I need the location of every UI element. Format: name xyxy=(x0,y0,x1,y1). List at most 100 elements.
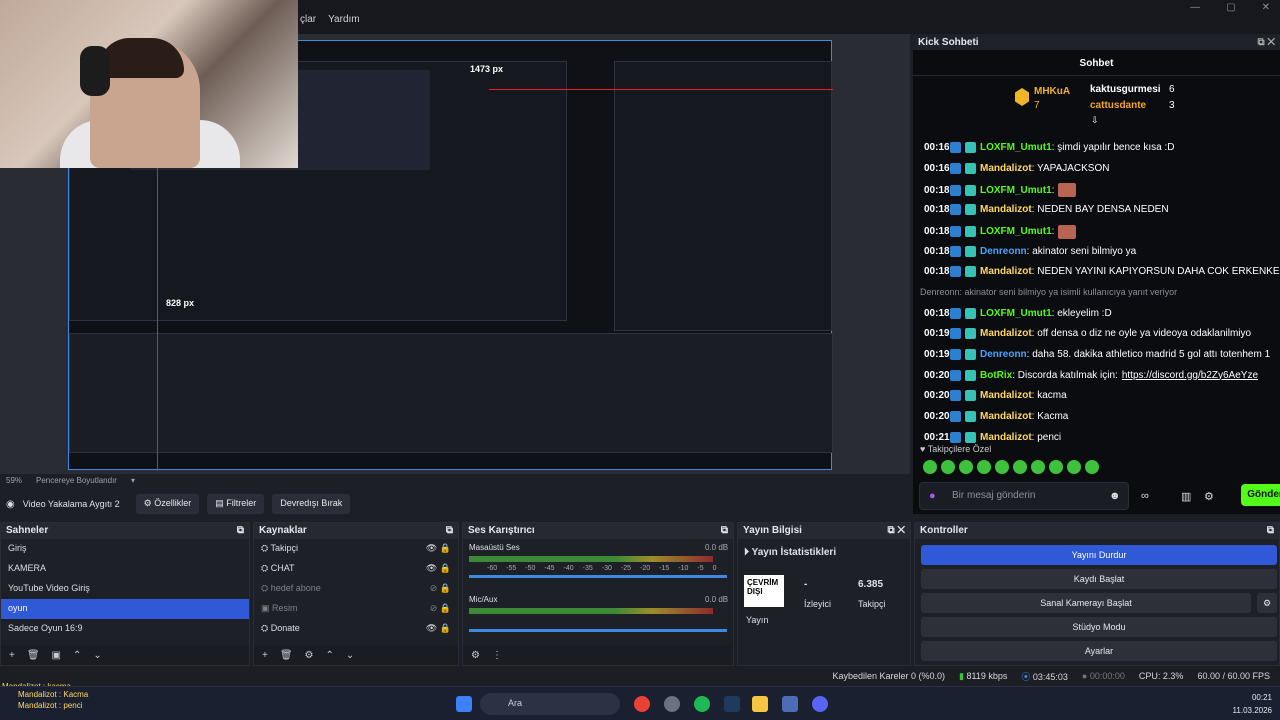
maximize-icon[interactable]: ▢ xyxy=(1226,2,1235,13)
source-item-hidden[interactable]: ▣ Resim ⊘ 🔒 xyxy=(254,599,458,619)
subscriber-badge-icon xyxy=(965,369,976,381)
message-username[interactable]: Denreonn xyxy=(980,349,1027,360)
menu-item-help[interactable]: Yardım xyxy=(328,14,360,25)
start-icon[interactable] xyxy=(456,696,472,712)
message-text: : xyxy=(1051,184,1055,196)
down-icon[interactable]: ⌄ xyxy=(346,650,354,661)
subscriber-badge-icon xyxy=(965,245,976,257)
scene-item[interactable]: Giriş xyxy=(1,539,249,559)
message-username[interactable]: LOXFM_Umut1 xyxy=(980,142,1052,153)
message-username[interactable]: LOXFM_Umut1 xyxy=(980,226,1052,237)
down-icon[interactable]: ⌄ xyxy=(93,650,101,661)
emote-icon[interactable] xyxy=(995,460,1009,474)
folder-icon[interactable] xyxy=(752,696,768,712)
message-username[interactable]: Mandalizot xyxy=(980,411,1032,422)
properties-button[interactable]: ⚙ Özellikler xyxy=(135,494,200,514)
menu-icon[interactable]: ⋮ xyxy=(492,650,502,661)
taskbar-clock[interactable]: 00:21 11.03.2026 xyxy=(1233,691,1272,717)
chevron-down-icon[interactable]: ▾ xyxy=(131,476,135,485)
minimize-icon[interactable]: — xyxy=(1190,2,1200,13)
scene-item[interactable]: KAMERA xyxy=(1,559,249,579)
obs-icon[interactable] xyxy=(664,696,680,712)
microphone-icon[interactable]: ● xyxy=(929,490,936,502)
trash-icon[interactable]: 🗑 xyxy=(280,650,293,661)
emote-icon[interactable] xyxy=(977,460,991,474)
source-item[interactable]: ⛭ CHAT 👁 🔒 xyxy=(254,559,458,579)
message-username[interactable]: LOXFM_Umut1 xyxy=(980,308,1052,319)
chat-message: 00:19 Mandalizot: off densa o diz ne oyle… xyxy=(924,328,1251,340)
guide-line-horizontal xyxy=(489,89,833,90)
add-icon[interactable]: + xyxy=(262,650,268,661)
emote-icon[interactable] xyxy=(959,460,973,474)
source-item[interactable]: ⛭ Takipçi 👁 🔒 xyxy=(254,539,458,559)
subscriber-badge-icon xyxy=(965,184,976,196)
status-bar: Kaybedilen Kareler 0 (%0.0) ▮ 8119 kbps … xyxy=(0,666,1280,686)
emote-icon[interactable] xyxy=(1031,460,1045,474)
deactivate-button[interactable]: Devredışı Bırak xyxy=(272,494,351,514)
discord-icon[interactable] xyxy=(812,696,828,712)
chrome-icon[interactable] xyxy=(634,696,650,712)
settings-button[interactable]: Ayarlar xyxy=(921,641,1277,661)
volume-slider[interactable] xyxy=(469,575,727,578)
gear-icon[interactable]: ⚙ xyxy=(305,650,314,661)
add-icon[interactable]: + xyxy=(9,650,15,661)
channel-name: Mic/Aux xyxy=(469,595,498,604)
followers-value: 6.385 xyxy=(858,579,884,590)
send-button[interactable]: Gönder xyxy=(1241,484,1280,506)
message-username[interactable]: LOXFM_Umut1 xyxy=(980,185,1052,196)
filters-button[interactable]: ▤ Filtreler xyxy=(207,494,265,514)
emote-icon[interactable] xyxy=(1049,460,1063,474)
emote-icon[interactable] xyxy=(923,460,937,474)
steam-icon[interactable] xyxy=(724,696,740,712)
gear-icon[interactable]: ⚙ xyxy=(1204,490,1214,503)
message-username[interactable]: Denreonn xyxy=(980,246,1027,257)
volume-slider[interactable] xyxy=(469,629,727,632)
emote-icon[interactable] xyxy=(1085,460,1099,474)
message-link[interactable]: https://discord.gg/b2Zy6AeYze xyxy=(1122,370,1258,381)
scene-item-selected[interactable]: oyun xyxy=(1,599,249,619)
message-username[interactable]: Mandalizot xyxy=(980,163,1032,174)
source-item[interactable]: ⛭ Donate 👁 🔒 xyxy=(254,619,458,639)
source-item-hidden[interactable]: ⛭ hedef abone ⊘ 🔒 xyxy=(254,579,458,599)
emote-icon[interactable] xyxy=(1067,460,1081,474)
up-icon[interactable]: ⌃ xyxy=(73,650,81,661)
up-icon[interactable]: ⌃ xyxy=(326,650,334,661)
fit-window-label[interactable]: Pencereye Boyutlandır xyxy=(36,476,117,485)
link-icon[interactable]: ∞ xyxy=(1141,490,1149,502)
app-icon[interactable] xyxy=(782,696,798,712)
scene-item[interactable]: YouTube Video Giriş xyxy=(1,579,249,599)
message-username[interactable]: Mandalizot xyxy=(980,432,1032,443)
stop-stream-button[interactable]: Yayını Durdur xyxy=(921,545,1277,565)
close-icon[interactable]: ✕ xyxy=(1262,2,1270,13)
scene-item[interactable]: Sadece Oyun 16:9 xyxy=(1,619,249,639)
gear-icon[interactable]: ⚙ xyxy=(1257,593,1277,613)
message-username[interactable]: BotRix xyxy=(980,370,1012,381)
message-text: : akinator seni bilmiyo ya xyxy=(1026,245,1137,257)
emoji-icon[interactable]: ☻ xyxy=(1109,490,1121,502)
scroll-down-icon[interactable]: ⇩ xyxy=(1091,115,1099,126)
store-icon[interactable]: ▥ xyxy=(1181,490,1191,503)
gear-icon[interactable]: ⚙ xyxy=(471,650,480,661)
message-username[interactable]: Mandalizot xyxy=(980,328,1032,339)
message-username[interactable]: Mandalizot xyxy=(980,390,1032,401)
emote-icon[interactable] xyxy=(1013,460,1027,474)
taskbar-search[interactable]: Ara xyxy=(480,693,620,715)
start-virtual-camera-button[interactable]: Sanal Kamerayı Başlat xyxy=(921,593,1251,613)
filter-icon[interactable]: ▣ xyxy=(52,650,61,661)
zoom-level[interactable]: 59% xyxy=(6,476,22,485)
menu-item-tools[interactable]: çlar xyxy=(300,14,316,25)
trash-icon[interactable]: 🗑 xyxy=(27,650,40,661)
chat-message-input[interactable]: Bir mesaj gönderin xyxy=(919,482,1129,510)
stream-info-header: Yayın Bilgisi ⧉ ✕ xyxy=(738,523,910,539)
chat-tab[interactable]: Sohbet xyxy=(913,50,1280,76)
message-time: 00:20 xyxy=(924,369,950,381)
studio-mode-button[interactable]: Stüdyo Modu xyxy=(921,617,1277,637)
chat-message: 00:16 Mandalizot: YAPAJACKSON xyxy=(924,162,1109,174)
emote-icon[interactable] xyxy=(941,460,955,474)
start-recording-button[interactable]: Kaydı Başlat xyxy=(921,569,1277,589)
message-username[interactable]: Mandalizot xyxy=(980,266,1032,277)
message-username[interactable]: Mandalizot xyxy=(980,204,1032,215)
message-text: Denreonn: akinator seni bilmiyo ya isiml… xyxy=(920,286,1178,297)
subscriber-badge-icon xyxy=(965,431,976,443)
spotify-icon[interactable] xyxy=(694,696,710,712)
